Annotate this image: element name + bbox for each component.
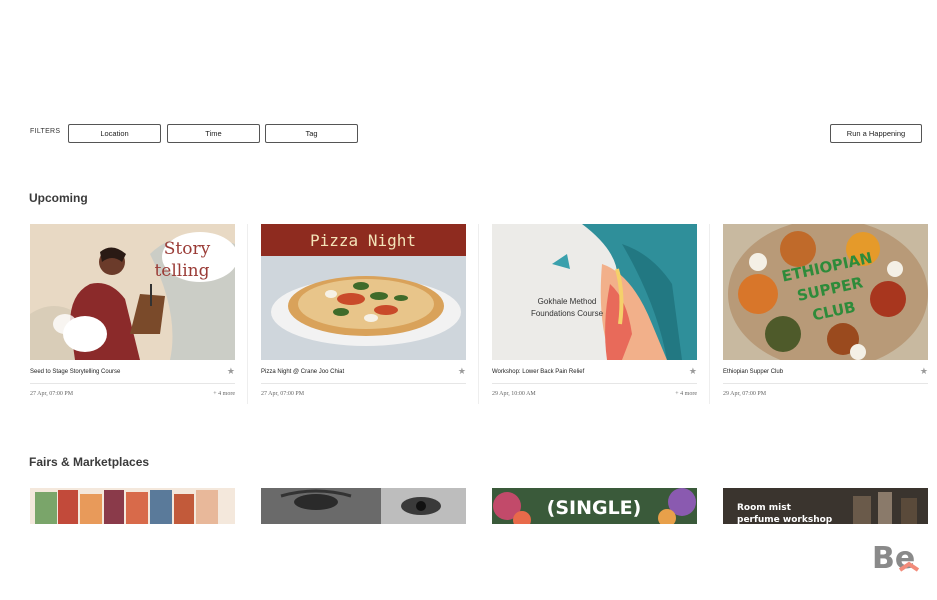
event-card[interactable]: ETHIOPIAN SUPPER CLUB Ethiopian Supper C…	[723, 224, 928, 406]
section-title-upcoming: Upcoming	[29, 191, 88, 205]
art-text: perfume workshop	[737, 515, 833, 524]
perfume-workshop-photo: Room mist perfume workshop	[723, 488, 928, 524]
single-floral-poster: (SINGLE)	[492, 488, 697, 524]
art-text: Room mist	[737, 503, 792, 513]
fair-card-thumbnail[interactable]	[261, 488, 466, 524]
art-text: (SINGLE)	[547, 497, 642, 519]
favorite-star-icon[interactable]: ★	[689, 366, 697, 377]
filters-label: FILTERS	[30, 128, 61, 135]
fair-card-thumbnail[interactable]: (SINGLE)	[492, 488, 697, 524]
more-dates-link[interactable]: + 4 more	[675, 391, 697, 397]
art-text: Story	[164, 239, 211, 259]
column-divider	[478, 224, 479, 404]
event-card[interactable]: Story telling Seed to Stage Storytelling…	[30, 224, 235, 406]
divider	[261, 383, 466, 384]
event-date: 27 Apr, 07:00 PM	[261, 391, 305, 397]
fair-card-thumbnail[interactable]: Room mist perfume workshop	[723, 488, 928, 524]
event-card[interactable]: Pizza Night Pizza Night @ Crane Joo Chia…	[261, 224, 466, 406]
art-text: telling	[154, 261, 209, 281]
gokhale-method-illustration: Gokhale Method Foundations Course	[492, 224, 697, 360]
pizza-photo: Pizza Night	[261, 224, 466, 360]
event-title[interactable]: Seed to Stage Storytelling Course	[30, 369, 120, 375]
event-thumbnail[interactable]: Pizza Night	[261, 224, 466, 360]
art-text: Foundations Course	[531, 309, 604, 318]
favorite-star-icon[interactable]: ★	[920, 366, 928, 377]
divider	[492, 383, 697, 384]
event-thumbnail[interactable]: Gokhale Method Foundations Course	[492, 224, 697, 360]
event-date: 27 Apr, 07:00 PM	[30, 391, 74, 397]
eyes-photo	[261, 488, 466, 524]
event-card[interactable]: Gokhale Method Foundations Course Worksh…	[492, 224, 697, 406]
column-divider	[709, 224, 710, 404]
logo-text: Be	[872, 541, 915, 576]
divider	[30, 383, 235, 384]
behance-logo: Be	[872, 540, 926, 576]
ethiopian-food-photo: ETHIOPIAN SUPPER CLUB	[723, 224, 928, 360]
run-a-happening-button[interactable]: Run a Happening	[830, 124, 922, 143]
favorite-star-icon[interactable]: ★	[458, 366, 466, 377]
event-thumbnail[interactable]: ETHIOPIAN SUPPER CLUB	[723, 224, 928, 360]
fair-card-thumbnail[interactable]	[30, 488, 235, 524]
art-text: Gokhale Method	[538, 297, 597, 306]
time-filter-button[interactable]: Time	[167, 124, 260, 143]
section-title-fairs: Fairs & Marketplaces	[29, 455, 150, 469]
more-dates-link[interactable]: + 4 more	[213, 391, 235, 397]
event-thumbnail[interactable]: Story telling	[30, 224, 235, 360]
clothing-rack-illustration	[30, 488, 235, 524]
column-divider	[247, 224, 248, 404]
event-date: 29 Apr, 10:00 AM	[492, 391, 536, 397]
filters-bar: FILTERS Location Time Tag Run a Happenin…	[30, 124, 922, 144]
divider	[723, 383, 928, 384]
event-date: 29 Apr, 07:00 PM	[723, 391, 767, 397]
event-title[interactable]: Workshop: Lower Back Pain Relief	[492, 369, 584, 375]
art-text: Pizza Night	[310, 231, 416, 250]
location-filter-button[interactable]: Location	[68, 124, 161, 143]
favorite-star-icon[interactable]: ★	[227, 366, 235, 377]
storytelling-illustration: Story telling	[30, 224, 235, 360]
tag-filter-button[interactable]: Tag	[265, 124, 358, 143]
event-title[interactable]: Pizza Night @ Crane Joo Chiat	[261, 369, 344, 375]
event-title[interactable]: Ethiopian Supper Club	[723, 369, 783, 375]
